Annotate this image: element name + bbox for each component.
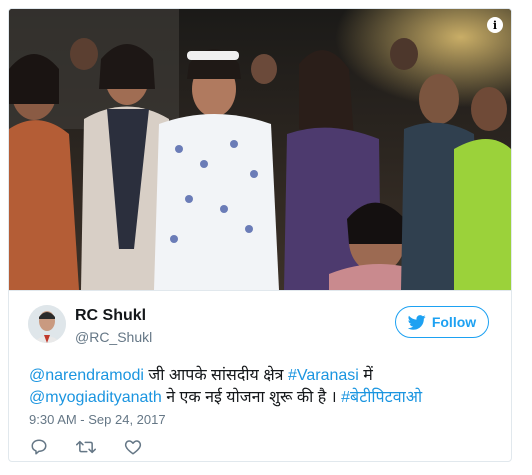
author-handle[interactable]: @RC_Shukl	[75, 329, 152, 345]
hashtag-link[interactable]: #Varanasi	[288, 367, 359, 384]
embedded-tweet-card: i RC Shukl @RC_Shukl Follow @narendramod…	[8, 8, 512, 462]
avatar[interactable]	[28, 305, 66, 343]
timestamp-link[interactable]: 9:30 AM - Sep 24, 2017	[29, 412, 166, 427]
mention-link[interactable]: @narendramodi	[29, 367, 144, 384]
tweet-media-image[interactable]: i	[9, 9, 511, 290]
info-icon[interactable]: i	[487, 17, 503, 33]
media-photo-illustration	[9, 9, 511, 290]
reply-icon	[31, 439, 47, 455]
tweet-actions	[29, 437, 143, 457]
follow-button[interactable]: Follow	[395, 306, 489, 338]
follow-button-label: Follow	[431, 314, 477, 330]
tweet-text-segment: ने एक नई योजना शुरू की है ।	[161, 389, 342, 406]
tweet-text: @narendramodi जी आपके सांसदीय क्षेत्र #V…	[29, 365, 499, 409]
tweet-text-segment: में	[358, 367, 373, 384]
retweet-icon	[76, 440, 96, 454]
reply-button[interactable]	[29, 437, 49, 457]
hashtag-link[interactable]: #बेटीपिटवाओ	[341, 389, 422, 406]
author-name[interactable]: RC Shukl	[75, 307, 146, 325]
retweet-button[interactable]	[76, 437, 96, 457]
divider	[9, 290, 511, 291]
avatar-image	[28, 305, 66, 343]
heart-icon	[124, 440, 142, 455]
like-button[interactable]	[123, 437, 143, 457]
tweet-text-segment: जी आपके सांसदीय क्षेत्र	[143, 367, 288, 384]
mention-link[interactable]: @myogiadityanath	[29, 389, 162, 406]
twitter-bird-icon	[407, 314, 426, 330]
